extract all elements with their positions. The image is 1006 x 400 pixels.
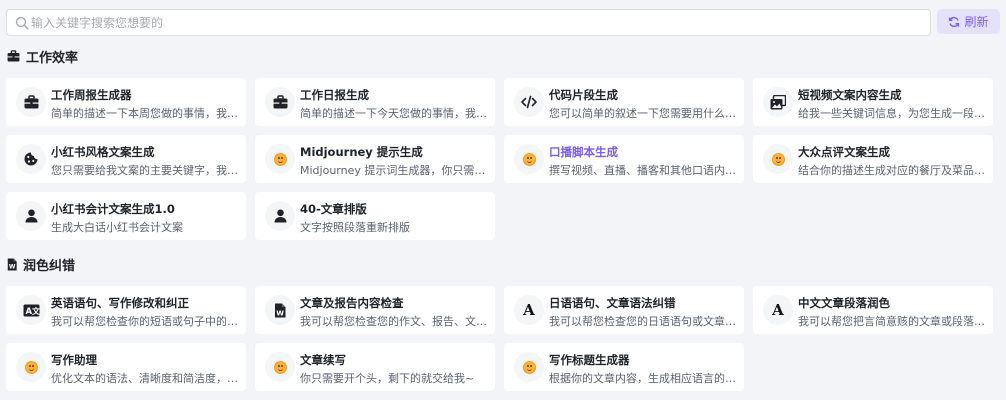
tool-card-description: 简单的描述一下本周您做的事情，我帮... [51, 107, 239, 120]
tool-card[interactable]: 小红书会计文案生成1.0 生成大白话小红书会计文案 [6, 192, 246, 240]
tool-card-description: 简单的描述一下今天您做的事情，我帮... [300, 107, 488, 120]
tool-card-description: 给我一些关键词信息，为您生成一段短... [798, 107, 986, 120]
section-title: W 润色纠错 [6, 255, 76, 274]
smiley-icon [514, 144, 544, 174]
letter-a-icon: A [514, 295, 544, 325]
tool-card-title: 小红书会计文案生成1.0 [51, 202, 175, 216]
tool-card-title: 小红书风格文案生成 [51, 145, 155, 159]
tool-card-description: 您只需要给我文案的主要关键字，我就... [51, 164, 239, 177]
tool-card-description: 我可以帮您检查您的日语语句或文章中... [549, 315, 737, 328]
tool-card[interactable]: A 文英语语句、写作修改和纠正我可以帮您检查你的短语或句子中的语... [6, 286, 246, 334]
svg-text:W: W [276, 309, 284, 317]
word-file-icon: W [265, 295, 295, 325]
tool-card-description: 结合你的描述生成对应的餐厅及菜品评论 [798, 164, 986, 177]
tool-card-title: Midjourney 提示生成 [300, 145, 423, 159]
tool-card[interactable]: 小红书风格文案生成您只需要给我文案的主要关键字，我就... [6, 135, 246, 183]
code-icon [514, 87, 544, 117]
tool-card-title: 口播脚本生成 [549, 145, 618, 159]
tool-card[interactable]: 40-文章排版文字按照段落重新排版 [255, 192, 495, 240]
smiley-icon [16, 352, 46, 382]
tool-card-description: 撰写视频、直播、播客和其他口语内容... [549, 164, 737, 177]
user-icon [265, 201, 295, 231]
tool-card[interactable]: 写作助理优化文本的语法、清晰度和简洁度，提... [6, 343, 246, 391]
tool-card[interactable]: 写作标题生成器根据你的文章内容，生成相应语言的标题 [504, 343, 744, 391]
tool-card-title: 写作标题生成器 [549, 353, 630, 367]
tool-card-description: 您可以简单的叙述一下您需要用什么开... [549, 107, 737, 120]
refresh-icon [949, 16, 960, 27]
tool-card-description: 文字按照段落重新排版 [300, 221, 410, 234]
letter-a-icon: A [763, 295, 793, 325]
tool-card-description: Midjourney 提示词生成器，你只需要... [300, 164, 488, 177]
tool-card-title: 40-文章排版 [300, 202, 367, 216]
tool-card-title: 英语语句、写作修改和纠正 [51, 296, 189, 310]
section-title-text: 工作效率 [26, 50, 79, 66]
language-icon: A文 [16, 295, 46, 325]
tool-card-title: 写作助理 [51, 353, 97, 367]
briefcase-icon [265, 87, 295, 117]
tool-card-title: 日语语句、文章语法纠错 [549, 296, 676, 310]
tool-card[interactable]: 大众点评文案生成结合你的描述生成对应的餐厅及菜品评论 [753, 135, 993, 183]
briefcase-icon [6, 49, 21, 63]
tool-card-description: 我可以帮您检查你的短语或句子中的语... [51, 315, 239, 328]
tool-card[interactable]: 短视频文案内容生成给我一些关键词信息，为您生成一段短... [753, 78, 993, 126]
svg-text:文: 文 [32, 306, 40, 316]
tool-card-title: 短视频文案内容生成 [798, 88, 902, 102]
cookie-icon [16, 144, 46, 174]
tool-card-description: 根据你的文章内容，生成相应语言的标题 [549, 372, 737, 385]
tool-card[interactable]: 代码片段生成您可以简单的叙述一下您需要用什么开... [504, 78, 744, 126]
refresh-button[interactable]: 刷新 [937, 9, 1000, 34]
top-bar: 刷新 [6, 9, 1000, 36]
tool-card-description: 生成大白话小红书会计文案 [51, 221, 183, 234]
refresh-label: 刷新 [964, 15, 989, 29]
tool-card[interactable]: 工作周报生成器简单的描述一下本周您做的事情，我帮... [6, 78, 246, 126]
search-box[interactable] [6, 9, 931, 36]
tool-card-title: 代码片段生成 [549, 88, 618, 102]
search-icon [15, 16, 29, 30]
smiley-icon [763, 144, 793, 174]
tool-card-description: 我可以帮您检查您的作文、报告、文案... [300, 315, 488, 328]
section-title-text: 润色纠错 [23, 258, 76, 274]
word-file-icon: W [6, 257, 18, 272]
tool-card[interactable]: 工作日报生成简单的描述一下今天您做的事情，我帮... [255, 78, 495, 126]
smiley-icon [265, 352, 295, 382]
user-icon [16, 201, 46, 231]
tool-card-title: 中文文章段落润色 [798, 296, 890, 310]
search-input[interactable] [31, 11, 921, 34]
tool-card-description: 优化文本的语法、清晰度和简洁度，提... [51, 372, 239, 385]
tool-card[interactable]: Midjourney 提示生成 Midjourney 提示词生成器，你只需要... [255, 135, 495, 183]
photo-gallery-icon [763, 87, 793, 117]
tool-card[interactable]: W 文章及报告内容检查我可以帮您检查您的作文、报告、文案... [255, 286, 495, 334]
tool-card[interactable]: A 中文文章段落润色我可以帮您把言简意赅的文章或段落改... [753, 286, 993, 334]
briefcase-icon [16, 87, 46, 117]
tool-card[interactable]: A 日语语句、文章语法纠错我可以帮您检查您的日语语句或文章中... [504, 286, 744, 334]
tool-card-title: 文章续写 [300, 353, 346, 367]
tool-card-description: 我可以帮您把言简意赅的文章或段落改... [798, 315, 986, 328]
section-title: 工作效率 [6, 47, 79, 66]
tool-card-description: 你只需要开个头，剩下的就交给我~ [300, 372, 475, 385]
tool-card-title: 工作日报生成 [300, 88, 369, 102]
tool-card-title: 文章及报告内容检查 [300, 296, 404, 310]
tool-card[interactable]: 口播脚本生成撰写视频、直播、播客和其他口语内容... [504, 135, 744, 183]
smiley-icon [514, 352, 544, 382]
tool-card-title: 工作周报生成器 [51, 88, 132, 102]
tool-card-title: 大众点评文案生成 [798, 145, 890, 159]
smiley-icon [265, 144, 295, 174]
svg-text:W: W [9, 263, 16, 270]
tool-card[interactable]: 文章续写你只需要开个头，剩下的就交给我~ [255, 343, 495, 391]
